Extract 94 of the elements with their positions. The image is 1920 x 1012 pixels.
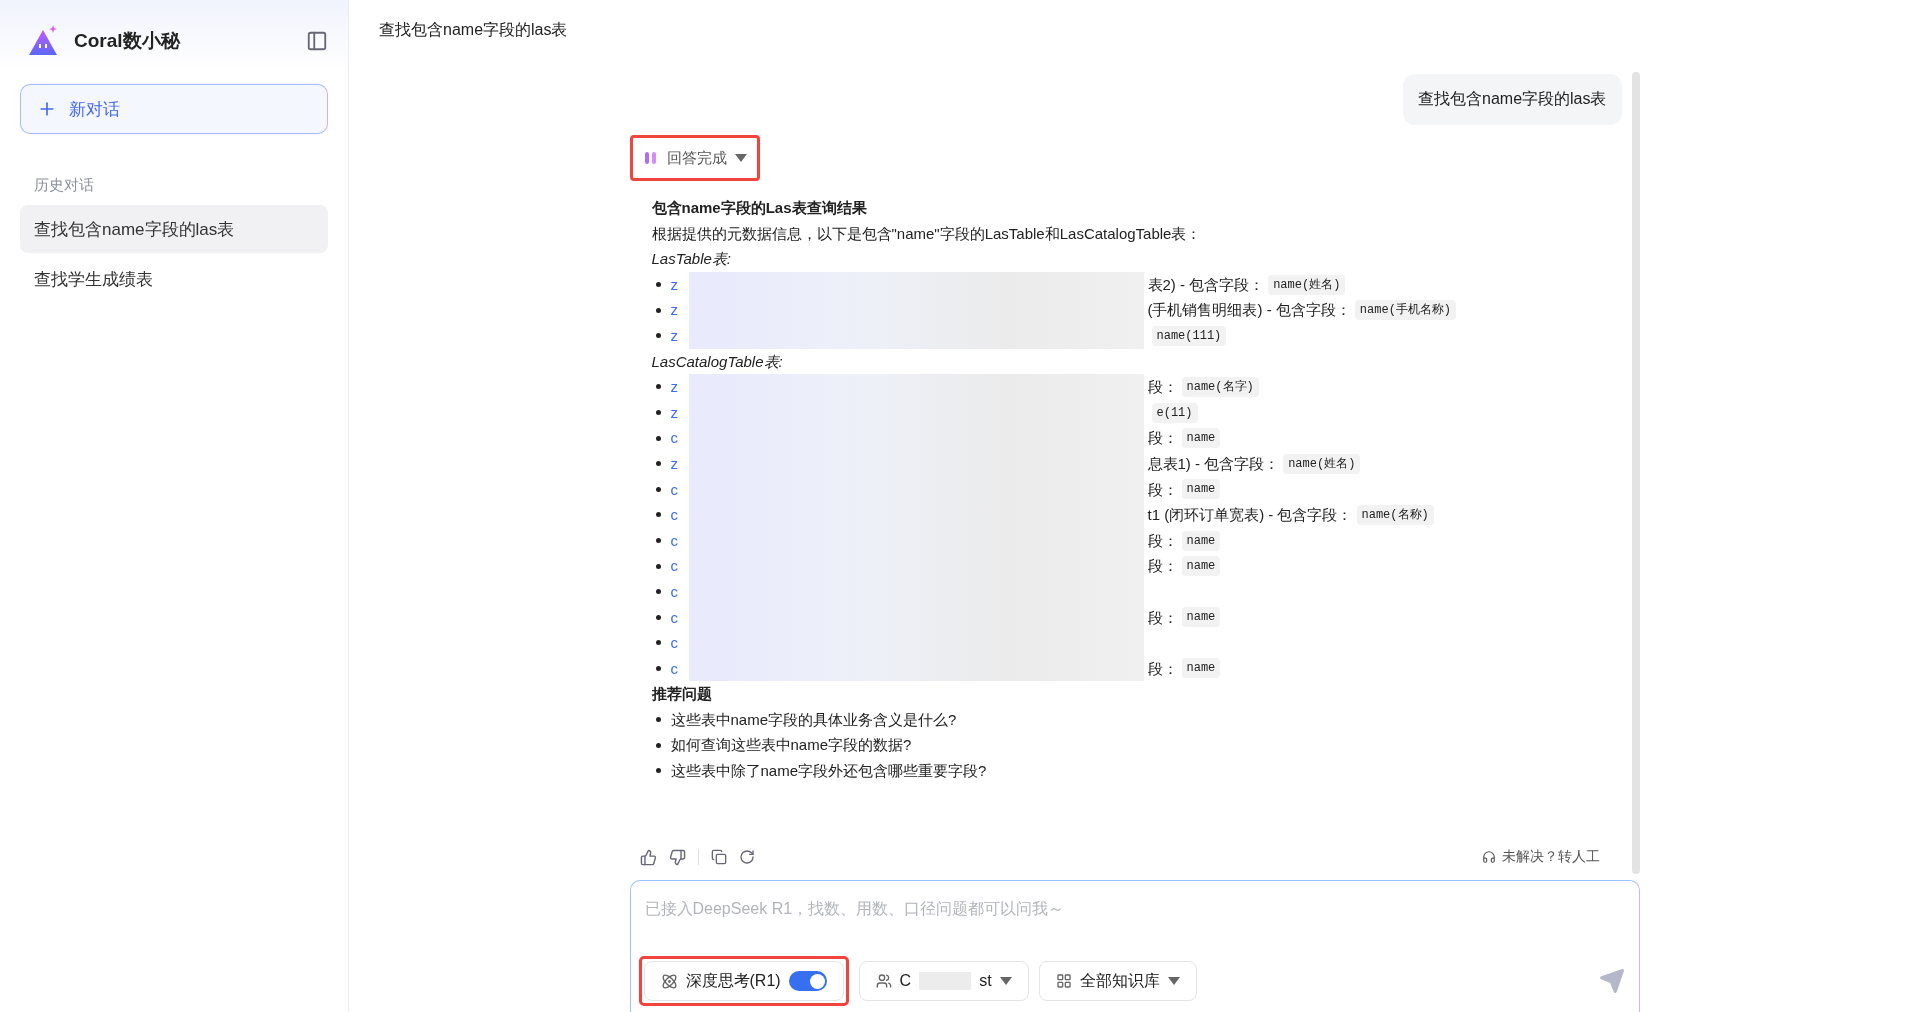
field-note: 段： bbox=[1147, 479, 1178, 500]
recommended-question[interactable]: 这些表中除了name字段外还包含哪些重要字段? bbox=[670, 758, 987, 784]
section-title: LasTable表: bbox=[651, 249, 732, 270]
answer-heading: 包含name字段的Las表查询结果 bbox=[651, 198, 868, 218]
answer-status-button[interactable]: 回答完成 bbox=[629, 135, 760, 181]
table-link[interactable]: c bbox=[670, 553, 689, 579]
caret-icon bbox=[734, 154, 747, 162]
escalate-link[interactable]: 未解决？转人工 bbox=[1481, 848, 1600, 866]
field-code: name(姓名) bbox=[1268, 274, 1346, 295]
composer-box[interactable]: 已接入DeepSeek R1，找数、用数、口径问题都可以问我～ 深度思考(R1) C st 全部知识库 bbox=[629, 880, 1640, 1012]
app-name: Coral数小秘 bbox=[74, 29, 181, 53]
field-code: name(姓名) bbox=[1283, 453, 1361, 474]
user-select[interactable]: C st bbox=[858, 961, 1029, 1001]
bullet-icon bbox=[655, 563, 661, 569]
deep-think-button[interactable]: 深度思考(R1) bbox=[643, 961, 844, 1001]
recommended-question[interactable]: 如何查询这些表中name字段的数据? bbox=[670, 732, 912, 759]
field-code: name bbox=[1181, 607, 1221, 628]
field-note: 段： bbox=[1147, 607, 1178, 628]
field-code: e(11) bbox=[1151, 402, 1198, 423]
conversation-title: 查找包含name字段的las表 bbox=[378, 19, 569, 40]
table-link[interactable]: c bbox=[670, 578, 689, 605]
field-code: name bbox=[1181, 658, 1221, 679]
refresh-icon[interactable] bbox=[738, 849, 755, 865]
table-link[interactable]: c bbox=[670, 502, 689, 528]
table-link[interactable]: z bbox=[670, 450, 689, 477]
bullet-icon bbox=[655, 666, 661, 671]
bullet-icon bbox=[655, 717, 661, 723]
field-note: 段： bbox=[1147, 556, 1178, 577]
section-title: LasCatalogTable表: bbox=[651, 351, 784, 372]
bullet-icon bbox=[655, 435, 661, 441]
answer-intro: 根据提供的元数据信息，以下是包含"name"字段的LasTable和LasCatalogTable表： bbox=[651, 223, 1203, 244]
bullet-icon bbox=[655, 512, 661, 518]
table-link[interactable]: c bbox=[670, 425, 689, 451]
deep-think-switch[interactable] bbox=[788, 971, 827, 991]
copy-icon[interactable] bbox=[710, 849, 727, 865]
field-note: 段： bbox=[1147, 428, 1178, 449]
grid-icon bbox=[1055, 973, 1072, 989]
field-code: name bbox=[1181, 479, 1221, 500]
field-code: name(111) bbox=[1151, 325, 1227, 346]
table-link[interactable]: z bbox=[670, 374, 689, 400]
field-code: name bbox=[1181, 556, 1221, 577]
recommend-heading: 推荐问题 bbox=[651, 684, 713, 705]
caret-icon bbox=[999, 977, 1012, 985]
field-note: 息表1) - 包含字段： bbox=[1147, 453, 1280, 474]
table-link[interactable]: c bbox=[670, 527, 689, 554]
logo-icon bbox=[26, 24, 60, 58]
bullet-icon bbox=[655, 333, 661, 339]
thumbs-down-icon[interactable] bbox=[668, 848, 686, 866]
caret-icon bbox=[1167, 977, 1180, 985]
thumbs-up-icon[interactable] bbox=[639, 848, 657, 866]
field-note: 段： bbox=[1147, 530, 1178, 551]
sidebar-toggle-icon[interactable] bbox=[306, 30, 328, 52]
history-item[interactable]: 查找学生成绩表 bbox=[20, 255, 328, 303]
field-code: name(名字) bbox=[1181, 376, 1259, 397]
new-chat-button[interactable]: 新对话 bbox=[20, 84, 328, 134]
bullet-icon bbox=[655, 410, 661, 416]
scrollbar-thumb[interactable] bbox=[1631, 72, 1640, 874]
bullet-icon bbox=[655, 282, 661, 288]
atom-icon bbox=[660, 972, 678, 990]
bullet-icon bbox=[655, 589, 661, 595]
headset-icon bbox=[1481, 850, 1496, 864]
field-note: 表2) - 包含字段： bbox=[1147, 274, 1265, 295]
field-code: name bbox=[1181, 530, 1221, 551]
bullet-icon bbox=[655, 538, 661, 543]
bullet-icon bbox=[655, 307, 661, 313]
history-label: 历史对话 bbox=[34, 176, 95, 195]
status-icon bbox=[642, 151, 659, 165]
bullet-icon bbox=[655, 461, 661, 467]
recommended-question[interactable]: 这些表中name字段的具体业务含义是什么? bbox=[670, 706, 957, 733]
table-link[interactable]: z bbox=[670, 297, 689, 323]
field-note: 段： bbox=[1147, 377, 1178, 398]
bullet-icon bbox=[655, 614, 661, 620]
knowledge-select[interactable]: 全部知识库 bbox=[1038, 961, 1197, 1001]
bullet-icon bbox=[655, 384, 661, 390]
table-link[interactable]: c bbox=[670, 655, 689, 682]
history-item[interactable]: 查找包含name字段的las表 bbox=[20, 205, 328, 253]
field-note: t1 (闭环订单宽表) - 包含字段： bbox=[1147, 505, 1353, 526]
field-code: name(名称) bbox=[1356, 504, 1434, 525]
table-link[interactable]: z bbox=[670, 322, 689, 349]
users-icon bbox=[875, 973, 892, 989]
bullet-icon bbox=[655, 742, 661, 748]
field-code: name(手机名称) bbox=[1354, 300, 1457, 321]
table-link[interactable]: c bbox=[670, 604, 689, 631]
table-link[interactable]: c bbox=[670, 630, 689, 656]
bullet-icon bbox=[655, 768, 661, 774]
field-note: (手机销售明细表) - 包含字段： bbox=[1147, 300, 1351, 321]
table-link[interactable]: z bbox=[670, 399, 689, 426]
table-link[interactable]: c bbox=[670, 476, 689, 503]
field-code: name bbox=[1181, 428, 1221, 449]
field-note: 段： bbox=[1147, 658, 1178, 679]
bullet-icon bbox=[655, 486, 661, 492]
bullet-icon bbox=[655, 640, 661, 646]
table-link[interactable]: z bbox=[670, 271, 689, 298]
user-message: 查找包含name字段的las表 bbox=[1403, 74, 1622, 125]
